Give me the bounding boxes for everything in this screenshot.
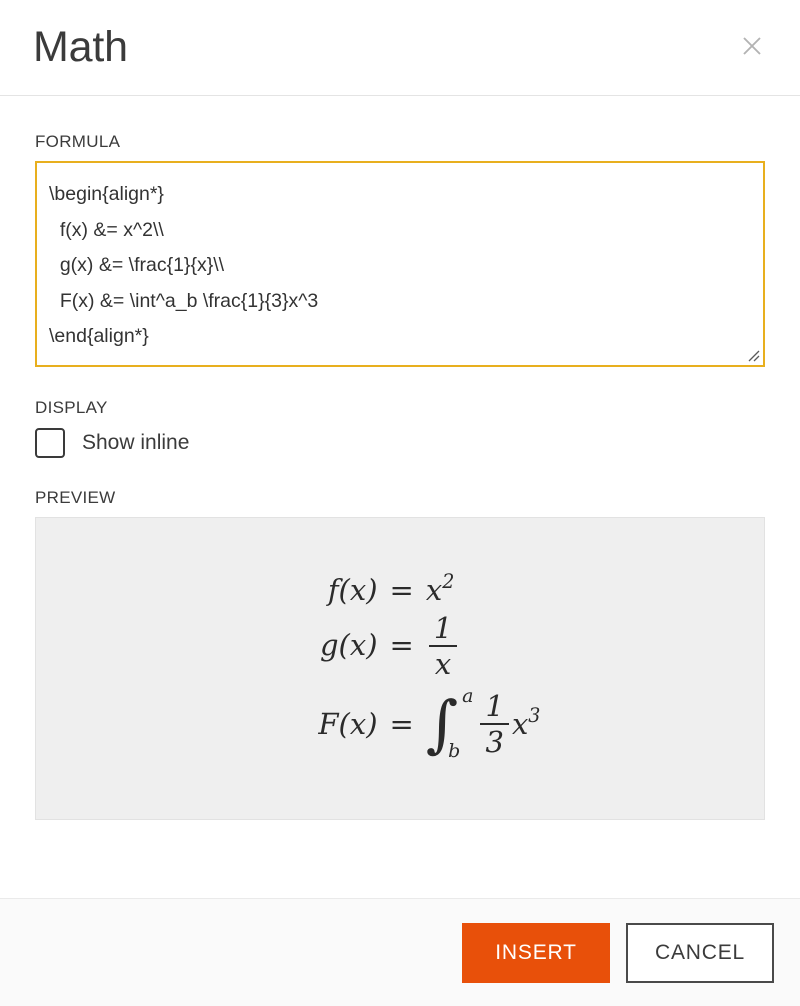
equation-row: f(x) = x2	[260, 570, 541, 607]
dialog-body: FORMULA DISPLAY Show inline PREVIEW	[0, 96, 800, 898]
dialog-header: Math	[0, 0, 800, 96]
cancel-button[interactable]: CANCEL	[626, 922, 774, 983]
close-icon	[740, 34, 764, 61]
equals-sign: =	[389, 628, 414, 663]
fraction: 1 x	[428, 610, 458, 681]
fraction-numerator: 1	[485, 688, 504, 723]
equation-rhs: ∫ a b 1 3 x3	[425, 685, 541, 763]
equation-lhs: F(x)	[318, 706, 378, 741]
integral: ∫ a b	[426, 687, 474, 761]
formula-section: FORMULA	[35, 132, 765, 367]
fraction-denominator: 3	[485, 724, 504, 759]
fraction: 1 3	[480, 688, 509, 759]
base-variable: x	[511, 706, 529, 741]
equation-row: F(x) = ∫ a b 1 3 x 3	[260, 685, 541, 763]
display-section: DISPLAY Show inline	[35, 398, 765, 458]
close-button[interactable]	[730, 26, 774, 70]
formula-input-wrapper	[35, 161, 765, 367]
show-inline-label[interactable]: Show inline	[82, 431, 189, 455]
show-inline-checkbox[interactable]	[35, 428, 65, 458]
formula-input[interactable]	[35, 161, 765, 367]
equation-rhs: x2	[425, 570, 455, 607]
preview-section: PREVIEW f(x) = x2 g(x) = 1 x F(x) = ∫ a …	[35, 488, 765, 820]
fraction-numerator: 1	[433, 610, 453, 645]
integral-lower-limit: b	[448, 740, 461, 763]
equation-rhs: 1 x	[426, 611, 460, 681]
equation-lhs: g(x)	[319, 628, 378, 663]
base-variable: x	[425, 572, 443, 607]
equals-sign: =	[389, 572, 414, 607]
equation-lhs: f(x)	[327, 572, 378, 607]
fraction-denominator: x	[434, 646, 452, 681]
dialog-footer: INSERT CANCEL	[0, 898, 800, 1006]
rendered-math: f(x) = x2 g(x) = 1 x F(x) = ∫ a b 1 3 x …	[260, 570, 541, 763]
equals-sign: =	[389, 706, 414, 741]
preview-label: PREVIEW	[35, 488, 116, 507]
formula-label: FORMULA	[35, 132, 121, 151]
show-inline-row[interactable]: Show inline	[35, 428, 765, 458]
integral-limits: a b	[448, 685, 474, 761]
insert-button[interactable]: INSERT	[462, 922, 610, 983]
integral-upper-limit: a	[462, 685, 474, 708]
equation-row: g(x) = 1 x	[260, 611, 541, 681]
page-title: Math	[33, 23, 128, 71]
display-label: DISPLAY	[35, 398, 108, 417]
preview-box: f(x) = x2 g(x) = 1 x F(x) = ∫ a b 1 3 x …	[35, 517, 765, 820]
math-dialog: Math FORMULA DISPLAY	[0, 0, 800, 1006]
